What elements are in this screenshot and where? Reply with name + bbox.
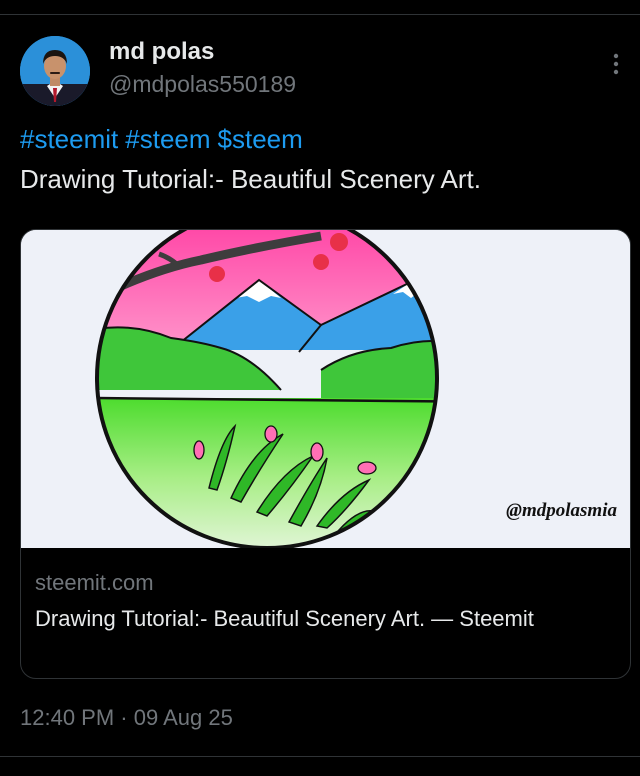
tweet-detail: md polas @mdpolas550189 #steemit #steem $s…: [0, 0, 640, 776]
cashtag-link[interactable]: $steem: [218, 124, 303, 154]
divider: [0, 14, 640, 15]
card-domain: steemit.com: [35, 570, 154, 595]
avatar[interactable]: [20, 36, 90, 106]
user-avatar-icon: [20, 36, 90, 106]
tweet-text: Drawing Tutorial:- Beautiful Scenery Art…: [20, 164, 481, 194]
more-options-icon[interactable]: [606, 50, 626, 78]
author-handle[interactable]: @mdpolas550189: [109, 70, 296, 98]
hashtag-link[interactable]: #steem: [125, 124, 210, 154]
divider: [0, 756, 640, 757]
image-watermark: @mdpolasmia: [506, 500, 617, 521]
tweet-hashtags: #steemit #steem $steem: [20, 122, 310, 156]
hashtag-link[interactable]: #steemit: [20, 124, 118, 154]
card-image: @mdpolasmia: [21, 230, 630, 548]
link-preview-card[interactable]: @mdpolasmia steemit.com Drawing Tutorial…: [20, 229, 631, 679]
tweet-timestamp[interactable]: 12:40 PM · 09 Aug 25: [20, 704, 233, 732]
card-title: Drawing Tutorial:- Beautiful Scenery Art…: [35, 606, 534, 631]
scenery-drawing-image: @mdpolasmia: [21, 230, 630, 548]
author-display-name[interactable]: md polas: [109, 38, 214, 66]
